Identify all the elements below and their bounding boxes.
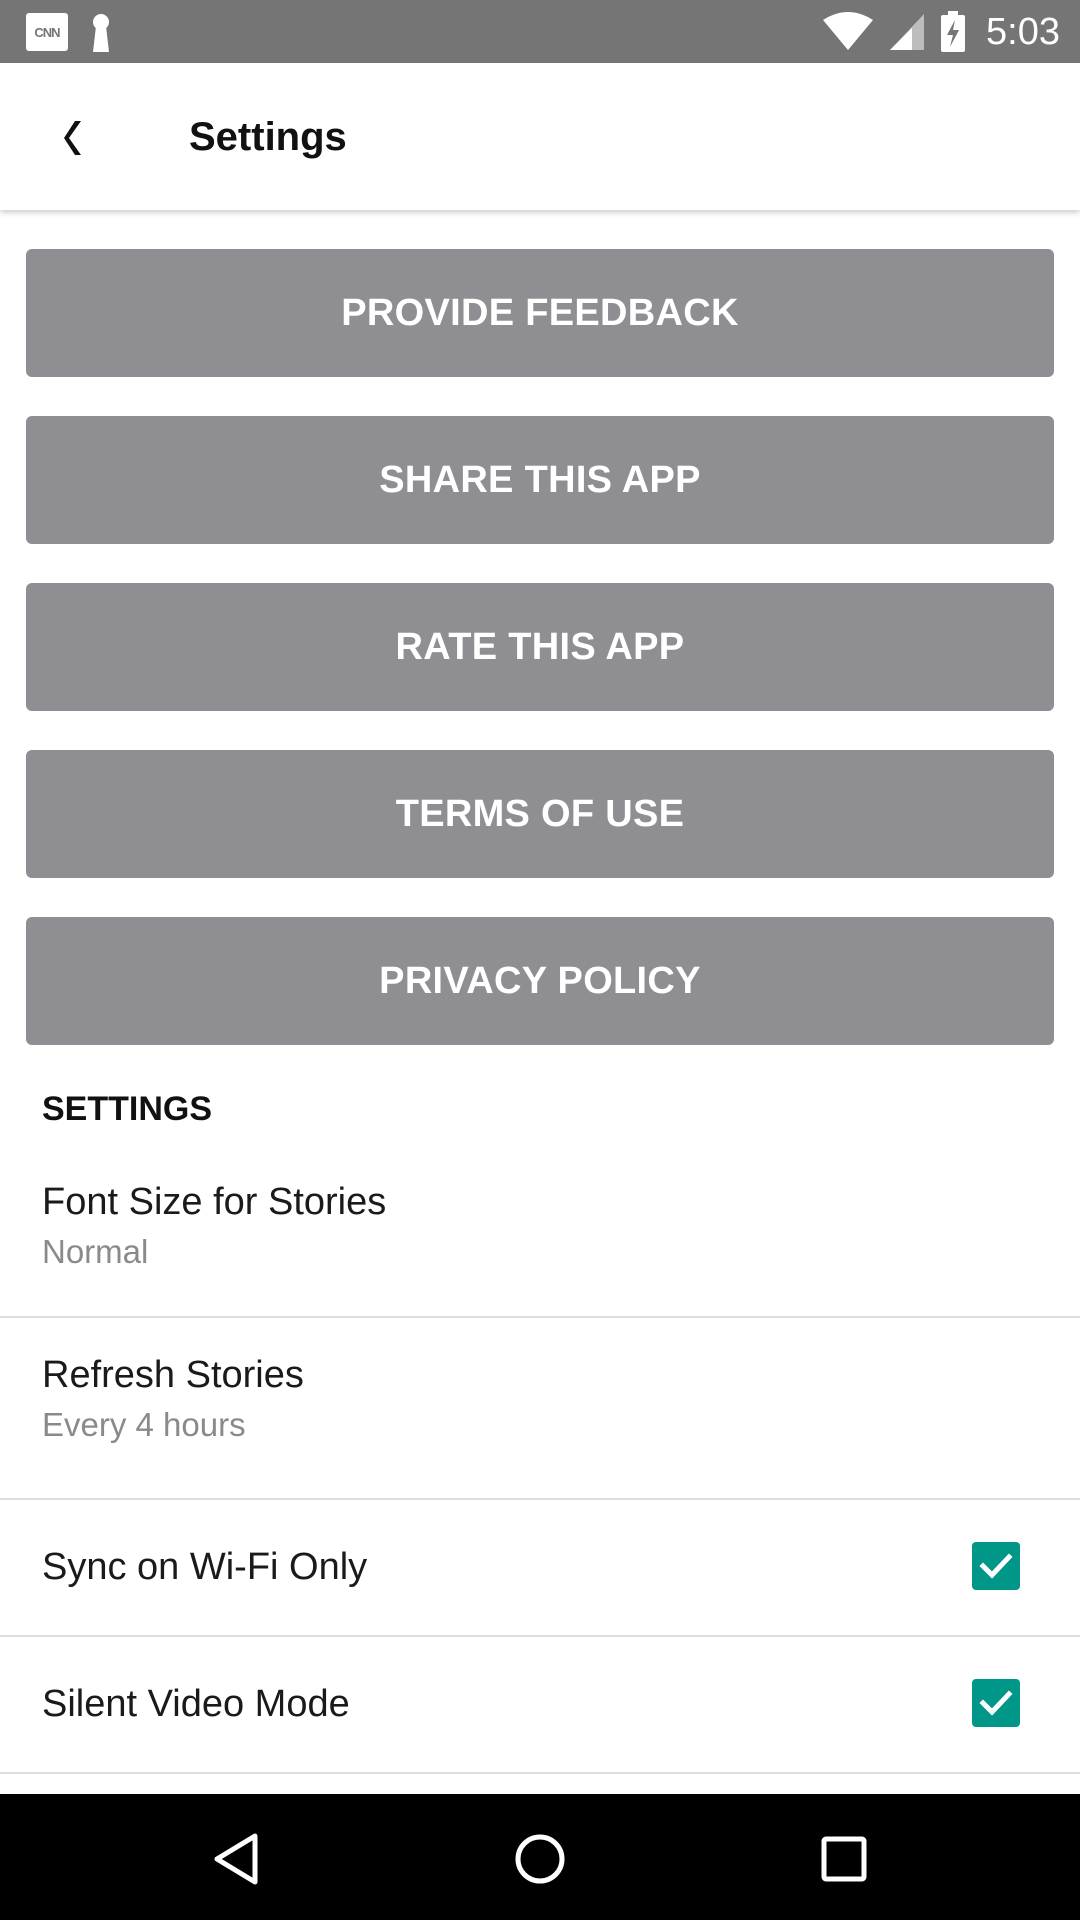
app-bar: Settings [0,63,1080,210]
home-circle-icon [515,1834,565,1884]
notification-icons: CNN [26,12,114,52]
settings-list: Font Size for Stories Normal Refresh Sto… [0,1145,1080,1774]
back-triangle-icon [214,1833,258,1885]
nav-back-button[interactable] [196,1819,276,1899]
nav-recents-button[interactable] [804,1819,884,1899]
rate-this-app-button[interactable]: RATE THIS APP [26,583,1054,711]
cnn-icon: CNN [26,13,68,51]
provide-feedback-button[interactable]: PROVIDE FEEDBACK [26,249,1054,377]
sync-wifi-only-checkbox[interactable] [972,1542,1020,1590]
back-button[interactable] [44,103,104,173]
checkmark-icon [979,1690,1013,1716]
share-this-app-button[interactable]: SHARE THIS APP [26,416,1054,544]
setting-value: Normal [42,1233,149,1270]
cell-signal-icon [890,14,925,50]
nav-home-button[interactable] [500,1819,580,1899]
settings-section-header: SETTINGS [42,1090,213,1128]
action-buttons: PROVIDE FEEDBACK SHARE THIS APP RATE THI… [26,249,1054,1084]
navigation-bar [0,1794,1080,1920]
refresh-stories-setting[interactable]: Refresh Stories Every 4 hours [0,1318,1080,1500]
chevron-left-icon [64,121,81,155]
page-title: Settings [189,115,347,159]
sync-wifi-only-setting[interactable]: Sync on Wi-Fi Only [0,1500,1080,1637]
system-icons: 5:03 [822,8,1060,56]
setting-title: Refresh Stories [42,1354,304,1396]
clock: 5:03 [986,10,1060,53]
font-size-setting[interactable]: Font Size for Stories Normal [0,1145,1080,1318]
wifi-icon [823,12,874,50]
setting-value: Every 4 hours [42,1406,246,1443]
setting-title: Sync on Wi-Fi Only [42,1546,368,1588]
keyhole-icon [93,14,109,52]
silent-video-mode-checkbox[interactable] [972,1679,1020,1727]
silent-video-mode-setting[interactable]: Silent Video Mode [0,1637,1080,1774]
status-bar: CNN 5:03 [0,0,1080,63]
setting-title: Silent Video Mode [42,1683,350,1725]
checkmark-icon [979,1553,1013,1579]
recents-square-icon [821,1836,867,1882]
terms-of-use-button[interactable]: TERMS OF USE [26,750,1054,878]
privacy-policy-button[interactable]: PRIVACY POLICY [26,917,1054,1045]
setting-title: Font Size for Stories [42,1181,387,1223]
battery-charging-icon [941,11,966,52]
